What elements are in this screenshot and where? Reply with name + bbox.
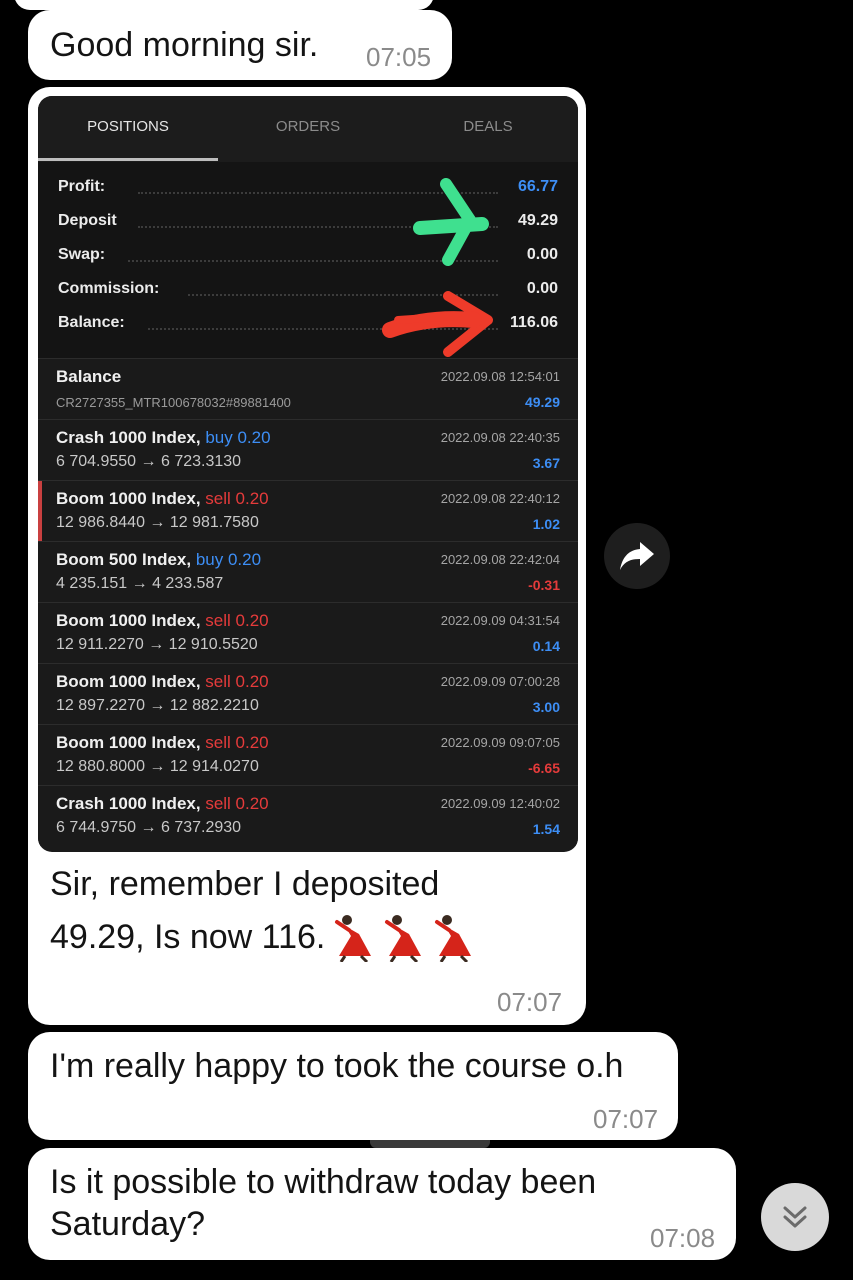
deal-row[interactable]: Boom 1000 Index, sell 0.20 12 911.2270 →… (38, 602, 578, 663)
deal-title: Boom 500 Index, buy 0.20 (56, 550, 261, 570)
summary-value: 66.77 (517, 178, 558, 195)
chevron-double-down-icon (783, 1206, 807, 1228)
deal-row[interactable]: Crash 1000 Index, sell 0.20 6 744.9750 →… (38, 785, 578, 846)
deal-date: 2022.09.09 09:07:05 (440, 735, 560, 750)
deal-prices: 12 986.8440 → 12 981.7580 (56, 514, 259, 531)
deal-value: 49.29 (524, 394, 560, 410)
deal-row[interactable]: Boom 500 Index, buy 0.20 4 235.151 → 4 2… (38, 541, 578, 602)
deal-symbol: Crash 1000 Index, (56, 794, 201, 813)
deal-row[interactable]: Boom 1000 Index, sell 0.20 12 897.2270 →… (38, 663, 578, 724)
tab-deals[interactable]: DEALS (398, 118, 578, 135)
previous-bubble-edge (14, 0, 434, 10)
trading-screenshot[interactable]: POSITIONS ORDERS DEALS Profit: 66.77 Dep… (38, 96, 578, 852)
message-text: I'm really happy to took the course o.h (50, 1047, 624, 1085)
summary-label: Deposit (58, 212, 117, 229)
deal-date: 2022.09.08 22:42:04 (440, 552, 560, 567)
red-arrow-annotation (382, 291, 493, 357)
deal-value: 1.54 (532, 821, 560, 837)
deal-date: 2022.09.08 12:54:01 (440, 369, 560, 384)
deal-prices: 12 911.2270 → 12 910.5520 (56, 636, 258, 653)
summary-value: 116.06 (509, 314, 558, 331)
tab-positions[interactable]: POSITIONS (38, 118, 218, 135)
deal-value: 3.00 (532, 699, 560, 715)
tab-bar: POSITIONS ORDERS DEALS (38, 96, 578, 162)
deal-value: 0.14 (532, 638, 560, 654)
dancer-emoji (331, 912, 479, 962)
deal-value: 3.67 (532, 455, 560, 471)
deal-type: buy 0.20 (195, 550, 262, 569)
date-separator-remnant (370, 1140, 490, 1148)
deal-prices: 6 704.9550 → 6 723.3130 (56, 453, 242, 470)
caption-line-1: Sir, remember I deposited (50, 865, 440, 903)
forward-button[interactable] (604, 523, 670, 589)
deal-symbol: Boom 500 Index, (56, 550, 192, 569)
deal-title: Boom 1000 Index, sell 0.20 (56, 733, 269, 753)
deal-row-balance[interactable]: Balance CR2727355_MTR100678032#89881400 … (38, 358, 578, 419)
deal-prices: 4 235.151 → 4 233.587 (56, 575, 224, 592)
deal-symbol: Boom 1000 Index, (56, 672, 201, 691)
deal-value: 1.02 (532, 516, 560, 532)
summary-label: Balance: (58, 314, 125, 331)
message-time: 07:07 (497, 987, 563, 1017)
deal-symbol: Boom 1000 Index, (56, 733, 201, 752)
deal-comment: CR2727355_MTR100678032#89881400 (56, 395, 291, 410)
summary-label: Swap: (58, 246, 106, 263)
account-summary: Profit: 66.77 Deposit 49.29 Swap: 0.00 C… (38, 162, 578, 358)
deal-title: Crash 1000 Index, sell 0.20 (56, 794, 269, 814)
deal-prices: 6 744.9750 → 6 737.2930 (56, 819, 242, 836)
summary-value: 49.29 (517, 212, 558, 229)
deal-type: sell 0.20 (205, 794, 269, 813)
green-arrow-annotation (413, 178, 489, 266)
share-icon (620, 542, 654, 570)
deal-row[interactable]: Boom 1000 Index, sell 0.20 12 880.8000 →… (38, 724, 578, 785)
deal-date: 2022.09.08 22:40:12 (440, 491, 560, 506)
summary-value: 0.00 (526, 280, 558, 297)
deal-date: 2022.09.09 12:40:02 (440, 796, 560, 811)
deal-type: sell 0.20 (205, 611, 269, 630)
message-bubble[interactable]: Is it possible to withdraw today been Sa… (28, 1148, 736, 1260)
deal-symbol: Boom 1000 Index, (56, 489, 201, 508)
tab-orders[interactable]: ORDERS (218, 118, 398, 135)
summary-label: Profit: (58, 178, 106, 195)
deal-symbol: Balance (56, 367, 122, 386)
deal-symbol: Crash 1000 Index, (56, 428, 201, 447)
message-text: Good morning sir. (50, 26, 319, 64)
deal-row[interactable]: Crash 1000 Index, buy 0.20 6 704.9550 → … (38, 419, 578, 480)
deal-date: 2022.09.09 04:31:54 (440, 613, 560, 628)
deal-type: sell 0.20 (205, 672, 269, 691)
deal-value: -0.31 (528, 577, 560, 593)
deal-symbol: Boom 1000 Index, (56, 611, 201, 630)
message-bubble[interactable]: I'm really happy to took the course o.h … (28, 1032, 678, 1140)
deal-type: sell 0.20 (205, 733, 269, 752)
scroll-down-button[interactable] (761, 1183, 829, 1251)
deal-row[interactable]: Boom 1000 Index, sell 0.20 12 986.8440 →… (38, 480, 578, 541)
message-time: 07:07 (593, 1104, 659, 1134)
deal-title: Boom 1000 Index, sell 0.20 (56, 672, 269, 692)
deal-prices: 12 897.2270 → 12 882.2210 (56, 697, 259, 714)
message-time: 07:08 (650, 1223, 716, 1253)
message-text-line-2: Saturday? (50, 1205, 205, 1243)
deal-type: sell 0.20 (205, 489, 269, 508)
deal-title: Boom 1000 Index, sell 0.20 (56, 611, 269, 631)
deal-date: 2022.09.09 07:00:28 (440, 674, 560, 689)
summary-value: 0.00 (526, 246, 558, 263)
deal-value: -6.65 (528, 760, 560, 776)
deal-date: 2022.09.08 22:40:35 (440, 430, 560, 445)
deal-prices: 12 880.8000 → 12 914.0270 (56, 758, 259, 775)
deal-type: buy 0.20 (205, 428, 271, 447)
message-bubble[interactable]: Good morning sir. 07:05 (28, 10, 452, 80)
deal-title: Boom 1000 Index, sell 0.20 (56, 489, 269, 509)
deal-title: Crash 1000 Index, buy 0.20 (56, 428, 271, 448)
summary-label: Commission: (58, 280, 160, 297)
active-tab-indicator (38, 158, 218, 161)
message-time: 07:05 (366, 42, 432, 72)
caption-line-2: 49.29, Is now 116. (50, 918, 326, 956)
caption-line-2-wrap: 49.29, Is now 116. (50, 911, 479, 963)
